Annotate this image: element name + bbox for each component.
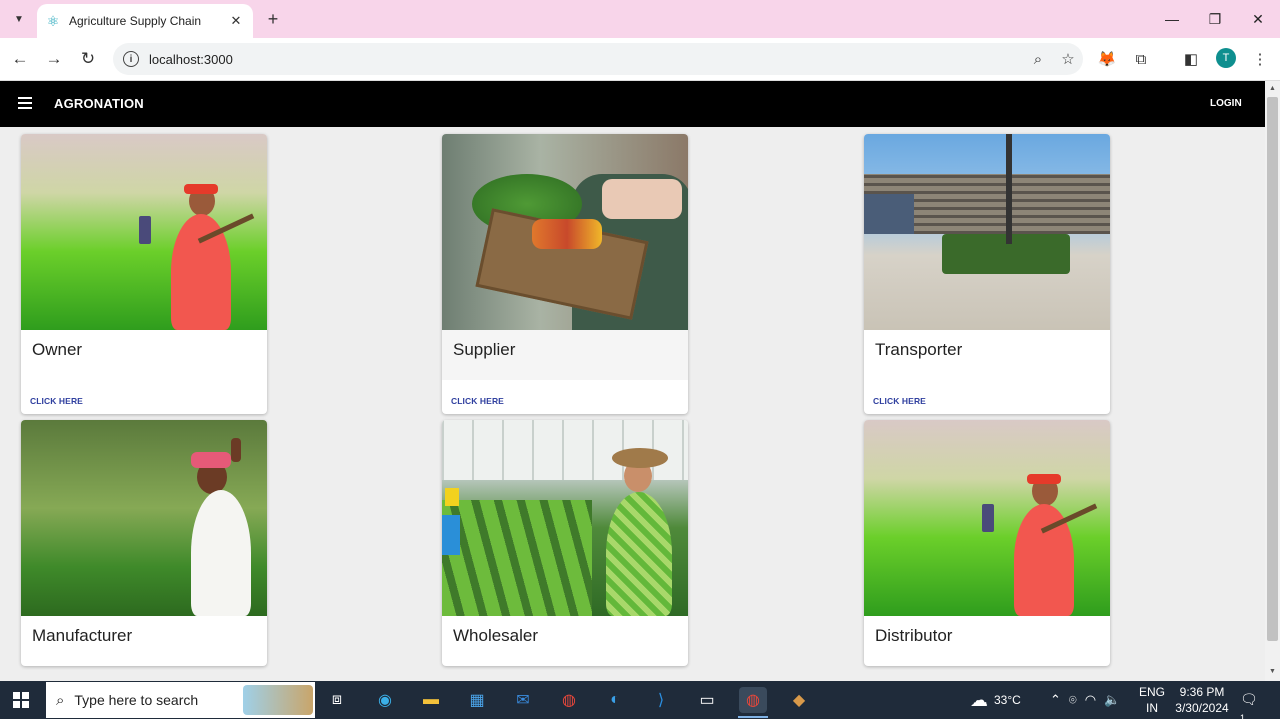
browser-tab-active[interactable]: ⚛ Agriculture Supply Chain ✕	[37, 4, 253, 38]
meet-now-icon[interactable]: ⌾	[1069, 692, 1077, 708]
search-placeholder[interactable]: Type here to search	[74, 692, 243, 708]
window-close-icon[interactable]: ✕	[1238, 6, 1278, 32]
click-here-button[interactable]: CLICK HERE	[873, 396, 926, 406]
search-icon: ⌕	[56, 691, 65, 709]
wifi-icon[interactable]: ◠	[1085, 692, 1096, 708]
edge-browser-icon[interactable]: ◉	[371, 687, 399, 713]
card-title: Transporter	[875, 340, 963, 359]
reload-icon[interactable]: ↻	[76, 47, 100, 71]
card-owner: Owner CLICK HERE	[21, 134, 267, 414]
tortoise-app-icon[interactable]: ◐	[601, 687, 629, 713]
tab-search-menu-icon[interactable]: ▼	[8, 8, 30, 30]
file-explorer-icon[interactable]: ▬	[417, 687, 445, 713]
minimize-icon[interactable]: —	[1152, 6, 1192, 32]
show-hidden-icons-icon[interactable]: ⌃	[1050, 692, 1061, 708]
manufacturer-photo	[21, 420, 267, 616]
clock-date: 3/30/2024	[1175, 701, 1229, 715]
taskbar-clock[interactable]: 9:36 PM 3/30/2024	[1172, 684, 1232, 716]
card-content: Owner	[21, 330, 267, 380]
card-actions: CLICK HERE	[21, 380, 267, 414]
card-content: Distributor	[864, 616, 1110, 666]
search-highlight-image	[243, 685, 313, 715]
restore-icon[interactable]: ❐	[1195, 6, 1235, 32]
profile-avatar[interactable]: T	[1216, 48, 1236, 68]
browser-tabstrip: ▼ ⚛ Agriculture Supply Chain ✕ + — ❐ ✕	[0, 0, 1280, 38]
volume-icon[interactable]: 🔈	[1104, 692, 1120, 708]
click-here-button[interactable]: CLICK HERE	[451, 396, 504, 406]
vscode-icon[interactable]: ⟩	[647, 687, 675, 713]
page-scrollbar[interactable]: ▲ ▼	[1265, 81, 1280, 681]
chrome-icon[interactable]: ◍	[555, 687, 583, 713]
windows-taskbar: ⌕ Type here to search ⧈ ◉ ▬ ▦ ✉ ◍ ◐ ⟩ ▭ …	[0, 681, 1280, 719]
forward-icon[interactable]: →	[42, 47, 66, 71]
back-icon[interactable]: ←	[8, 47, 32, 71]
notification-center-icon[interactable]: 🗨1	[1240, 691, 1260, 719]
language-indicator[interactable]: ENG IN	[1134, 684, 1170, 716]
tab-close-icon[interactable]: ✕	[227, 13, 245, 29]
weather-widget[interactable]: ☁ 33°C	[970, 681, 1021, 719]
card-title: Distributor	[875, 626, 953, 645]
scroll-down-arrow-icon[interactable]: ▼	[1269, 668, 1276, 675]
browser-toolbar: ← → ↻ i localhost:3000 ⌕ ☆ 🦊 ⧉ ◧ T ⋮	[0, 38, 1280, 81]
card-title: Manufacturer	[32, 626, 133, 645]
lang-code: ENG	[1138, 685, 1165, 699]
card-title: Wholesaler	[453, 626, 539, 645]
tray-icons: ⌃ ⌾ ◠ 🔈	[1050, 681, 1120, 719]
package-app-icon[interactable]: ◆	[785, 687, 813, 713]
app-header: AGRONATION LOGIN	[0, 81, 1265, 127]
url-text[interactable]: localhost:3000	[149, 52, 1023, 67]
card-title: Supplier	[453, 340, 516, 359]
side-panel-icon[interactable]: ◧	[1179, 47, 1203, 71]
task-view-icon[interactable]: ⧈	[323, 687, 351, 713]
browser-menu-icon[interactable]: ⋮	[1248, 47, 1272, 71]
cloud-sun-icon: ☁	[970, 689, 988, 710]
taskbar-search-box[interactable]: ⌕ Type here to search	[46, 682, 315, 718]
tab-title: Agriculture Supply Chain	[69, 14, 202, 28]
card-actions: CLICK HERE	[864, 380, 1110, 414]
zoom-icon[interactable]: ⌕	[1023, 51, 1053, 68]
region-code: IN	[1146, 701, 1158, 715]
brand-title: AGRONATION	[54, 96, 144, 111]
site-info-icon[interactable]: i	[123, 51, 139, 67]
transporter-photo	[864, 134, 1110, 330]
card-content: Supplier	[442, 330, 688, 380]
card-transporter: Transporter CLICK HERE	[864, 134, 1110, 414]
scroll-thumb[interactable]	[1267, 97, 1278, 641]
chrome-profile-active-icon[interactable]: ◍	[739, 687, 767, 713]
card-actions: CLICK HERE	[442, 380, 688, 414]
wholesaler-photo	[442, 420, 688, 616]
metamask-extension-icon[interactable]: 🦊	[1095, 47, 1119, 71]
supplier-photo	[442, 134, 688, 330]
bookmark-star-icon[interactable]: ☆	[1053, 50, 1083, 68]
hamburger-menu-icon[interactable]	[18, 97, 32, 109]
clock-time: 9:36 PM	[1179, 685, 1225, 699]
address-bar[interactable]: i localhost:3000 ⌕ ☆	[113, 43, 1083, 75]
card-manufacturer: Manufacturer	[21, 420, 267, 666]
card-distributor: Distributor	[864, 420, 1110, 666]
owner-photo	[21, 134, 267, 330]
windows-start-icon[interactable]	[13, 692, 29, 708]
notification-count: 1	[1240, 713, 1246, 719]
mail-icon[interactable]: ✉	[509, 687, 537, 713]
microsoft-store-icon[interactable]: ▦	[463, 687, 491, 713]
terminal-icon[interactable]: ▭	[693, 687, 721, 713]
card-title: Owner	[32, 340, 83, 359]
new-tab-icon[interactable]: +	[262, 8, 284, 30]
login-button[interactable]: LOGIN	[1210, 98, 1242, 109]
card-wholesaler: Wholesaler	[442, 420, 688, 666]
distributor-photo	[864, 420, 1110, 616]
react-favicon-icon: ⚛	[46, 13, 60, 29]
card-content: Manufacturer	[21, 616, 267, 666]
active-app-indicator	[738, 716, 768, 718]
extensions-puzzle-icon[interactable]: ⧉	[1129, 47, 1153, 71]
scroll-up-arrow-icon[interactable]: ▲	[1269, 85, 1276, 92]
weather-temp: 33°C	[994, 693, 1021, 707]
click-here-button[interactable]: CLICK HERE	[30, 396, 83, 406]
card-content: Wholesaler	[442, 616, 688, 666]
card-supplier: Supplier CLICK HERE	[442, 134, 688, 414]
card-content: Transporter	[864, 330, 1110, 380]
